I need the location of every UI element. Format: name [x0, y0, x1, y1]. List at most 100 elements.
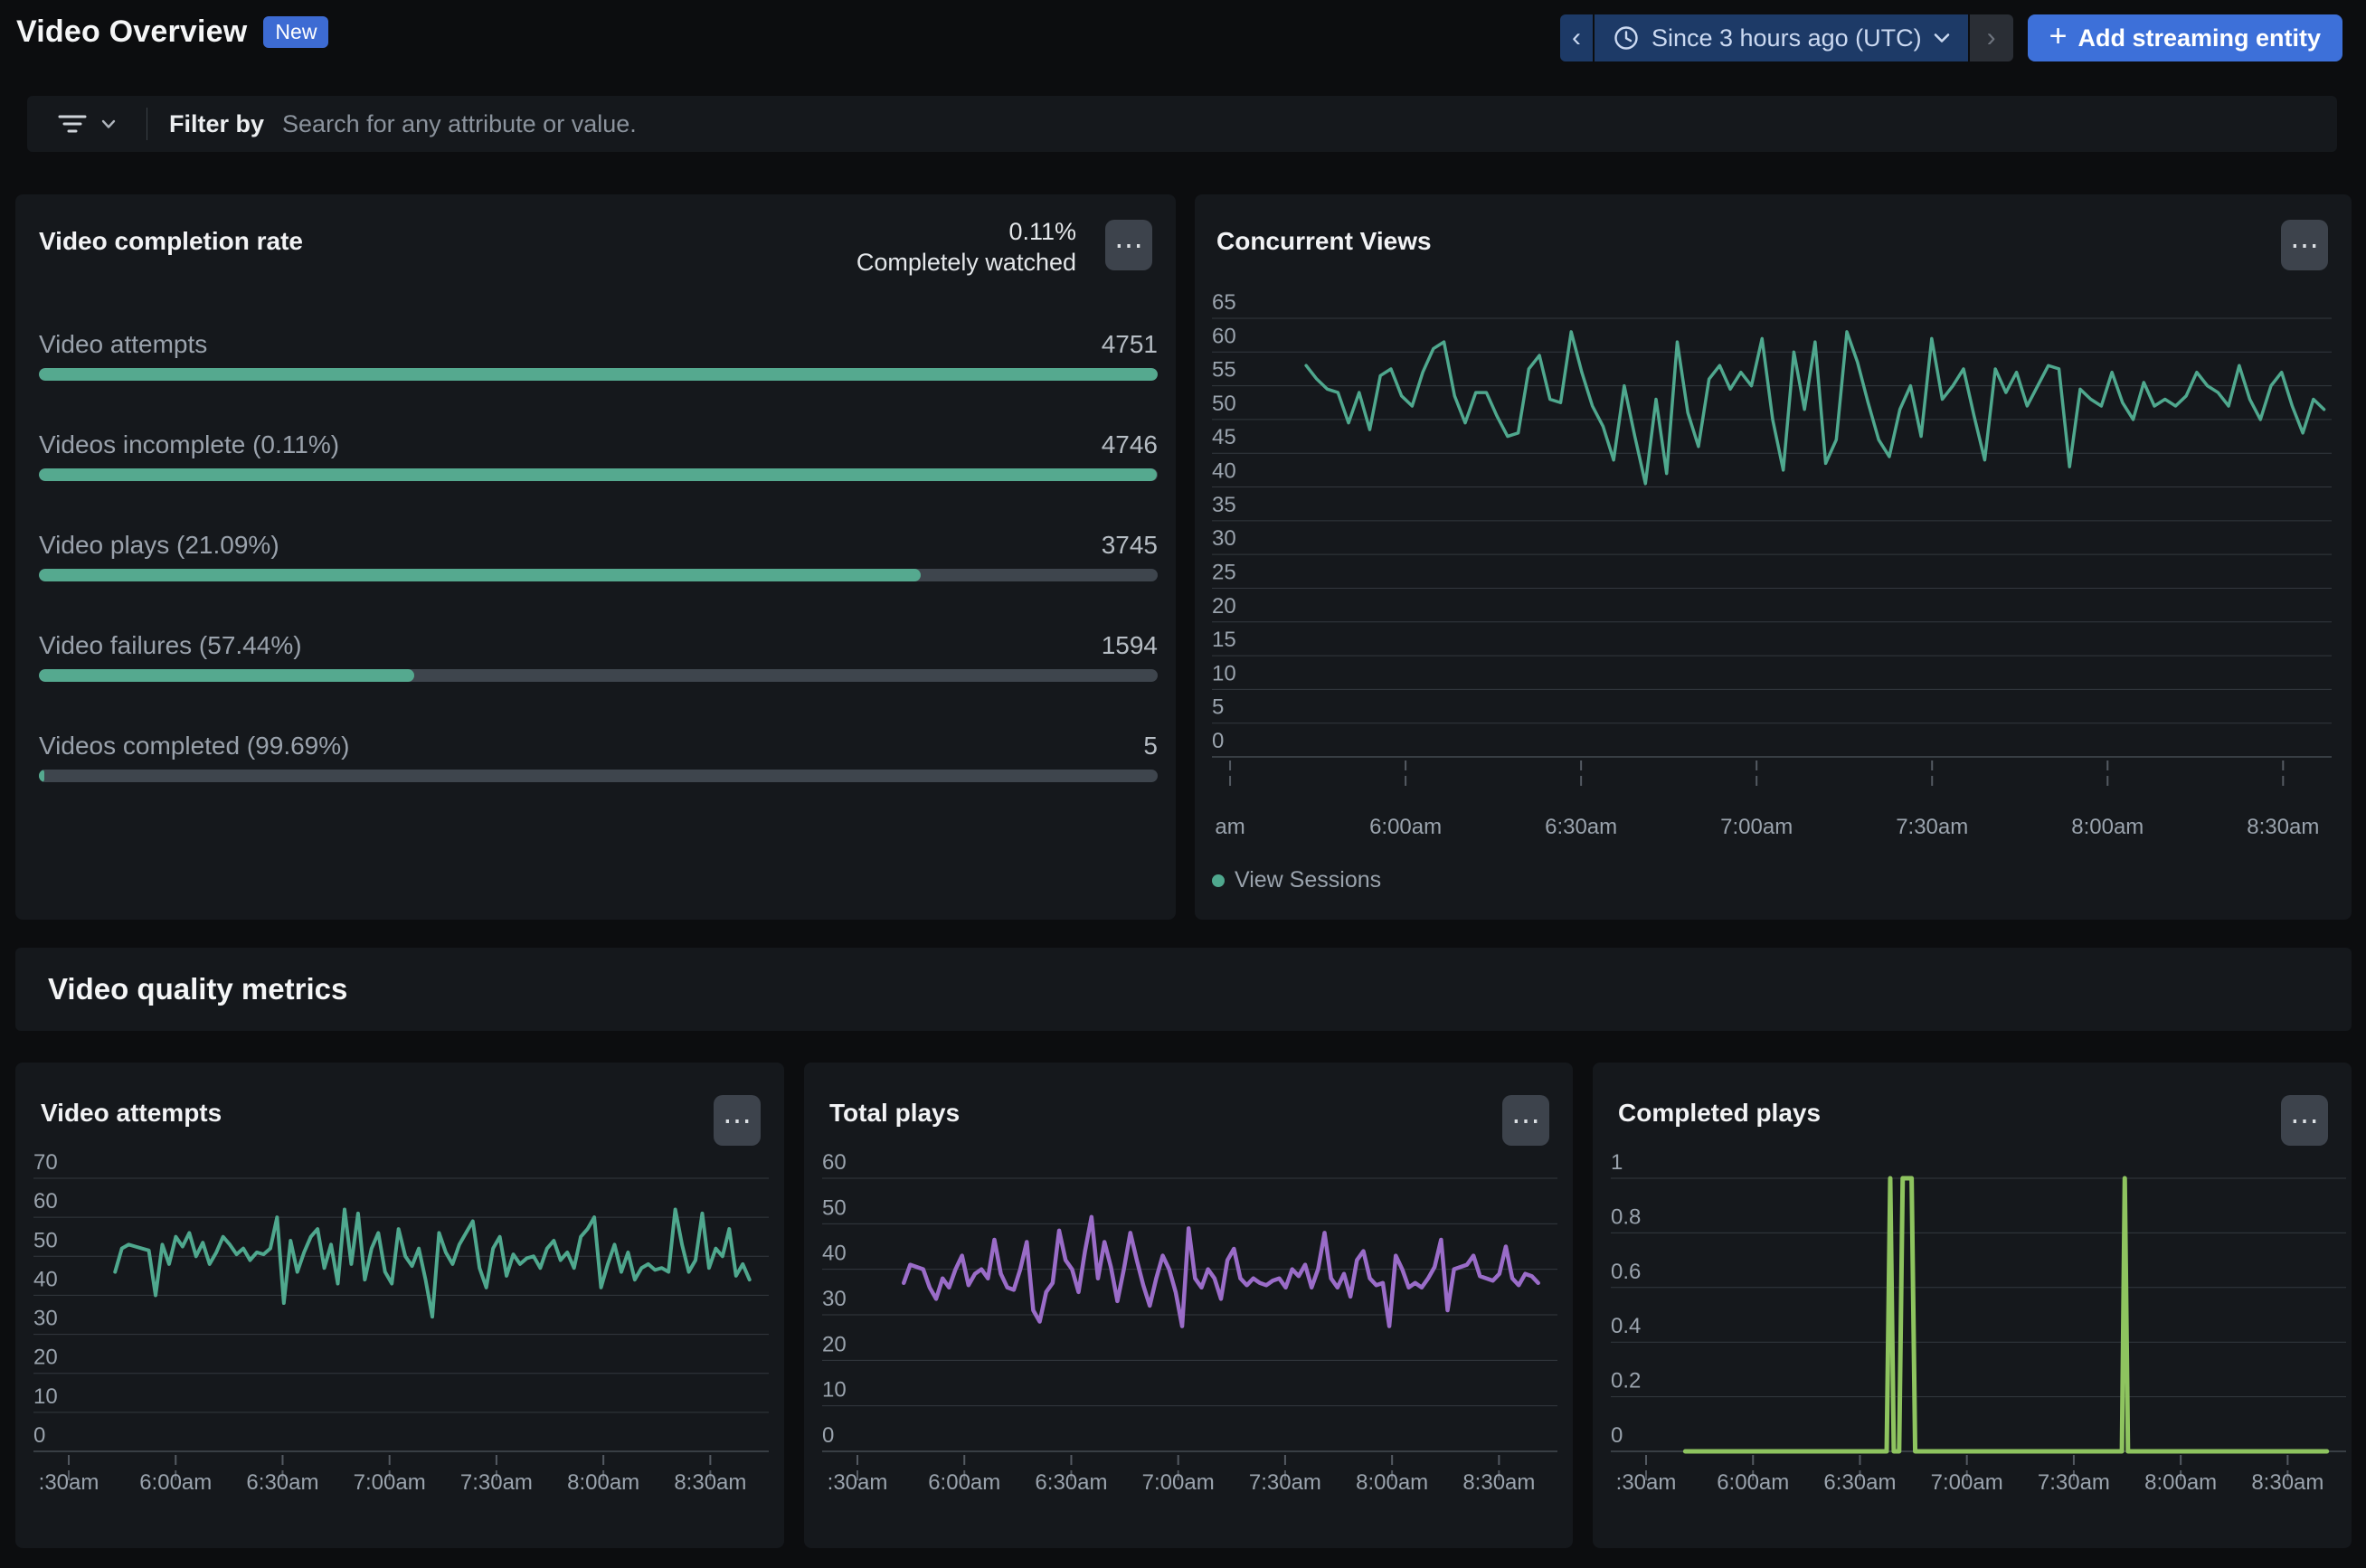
- svg-text:60: 60: [1212, 324, 1236, 348]
- svg-text:8:00am: 8:00am: [2144, 1470, 2217, 1495]
- progress-bar-track: [39, 468, 1158, 481]
- metric-label: Videos completed (99.69%): [39, 732, 349, 760]
- total-plays-title: Total plays: [829, 1099, 960, 1128]
- clock-icon: [1613, 24, 1640, 52]
- svg-text:55: 55: [1212, 358, 1236, 383]
- svg-text::30am: :30am: [828, 1470, 888, 1495]
- svg-text:45: 45: [1212, 425, 1236, 449]
- add-streaming-entity-button[interactable]: + Add streaming entity: [2028, 14, 2342, 61]
- completion-card-title: Video completion rate: [39, 227, 303, 256]
- progress-bar-fill: [39, 669, 414, 682]
- time-range-previous-button[interactable]: ‹: [1560, 14, 1593, 61]
- time-range-picker[interactable]: Since 3 hours ago (UTC): [1595, 14, 1968, 61]
- svg-text:60: 60: [33, 1189, 58, 1214]
- progress-bar-track: [39, 669, 1158, 682]
- total-plays-chart[interactable]: 0102030405060:30am6:00am6:30am7:00am7:30…: [822, 1166, 1557, 1524]
- svg-text:65: 65: [1212, 290, 1236, 315]
- svg-text:10: 10: [33, 1384, 58, 1409]
- svg-text:am: am: [1215, 815, 1245, 839]
- svg-text:30: 30: [822, 1287, 847, 1311]
- svg-text:8:00am: 8:00am: [567, 1470, 639, 1495]
- completion-stat-value: 0.11%: [856, 216, 1076, 247]
- page-title: Video Overview: [16, 14, 247, 50]
- card-menu-button[interactable]: ⋯: [1502, 1095, 1549, 1146]
- svg-text:30: 30: [1212, 526, 1236, 551]
- svg-text:20: 20: [822, 1332, 847, 1356]
- metric-label: Video plays (21.09%): [39, 531, 279, 560]
- metric-label: Video failures (57.44%): [39, 631, 302, 660]
- concurrent-views-title: Concurrent Views: [1216, 227, 1432, 256]
- svg-text:6:00am: 6:00am: [1717, 1470, 1789, 1495]
- chart-legend[interactable]: View Sessions: [1212, 867, 1381, 893]
- svg-text:50: 50: [822, 1195, 847, 1220]
- svg-text:7:00am: 7:00am: [1931, 1470, 2003, 1495]
- time-range-next-button[interactable]: ›: [1970, 14, 2013, 61]
- svg-text:0: 0: [822, 1423, 834, 1448]
- metric-value: 1594: [1102, 631, 1158, 660]
- metric-value: 5: [1143, 732, 1158, 760]
- svg-text:7:30am: 7:30am: [460, 1470, 533, 1495]
- completion-rows: Video attempts 4751 Videos incomplete (0…: [39, 330, 1158, 832]
- svg-text:7:00am: 7:00am: [354, 1470, 426, 1495]
- svg-text:8:30am: 8:30am: [2247, 815, 2319, 839]
- svg-text:40: 40: [33, 1267, 58, 1291]
- svg-text:35: 35: [1212, 493, 1236, 517]
- metric-label: Videos incomplete (0.11%): [39, 430, 339, 459]
- video-attempts-chart[interactable]: 010203040506070:30am6:00am6:30am7:00am7:…: [33, 1166, 769, 1524]
- filter-search-input[interactable]: [282, 110, 2315, 138]
- completed-plays-card: Completed plays ⋯ 00.20.40.60.81:30am6:0…: [1593, 1063, 2352, 1548]
- svg-text:7:00am: 7:00am: [1720, 815, 1793, 839]
- svg-text::30am: :30am: [1616, 1470, 1677, 1495]
- svg-text:6:00am: 6:00am: [1369, 815, 1442, 839]
- svg-text:0.4: 0.4: [1611, 1314, 1641, 1338]
- metric-value: 4751: [1102, 330, 1158, 359]
- completed-plays-chart[interactable]: 00.20.40.60.81:30am6:00am6:30am7:00am7:3…: [1611, 1166, 2346, 1524]
- svg-text:10: 10: [1212, 661, 1236, 685]
- card-menu-button[interactable]: ⋯: [2281, 1095, 2328, 1146]
- filter-bar: Filter by: [27, 96, 2337, 152]
- svg-text:7:30am: 7:30am: [1249, 1470, 1321, 1495]
- progress-bar-fill: [39, 468, 1157, 481]
- more-menu-icon: ⋯: [2290, 231, 2319, 260]
- svg-text:8:00am: 8:00am: [2071, 815, 2144, 839]
- svg-text:6:30am: 6:30am: [1035, 1470, 1107, 1495]
- chevron-down-icon: [101, 119, 116, 129]
- svg-text:0.2: 0.2: [1611, 1369, 1641, 1393]
- metric-row: Videos completed (99.69%) 5: [39, 732, 1158, 782]
- card-menu-button[interactable]: ⋯: [714, 1095, 761, 1146]
- svg-text:30: 30: [33, 1307, 58, 1331]
- metric-row: Video attempts 4751: [39, 330, 1158, 381]
- more-menu-icon: ⋯: [1114, 231, 1143, 260]
- svg-text:7:00am: 7:00am: [1142, 1470, 1215, 1495]
- filter-menu-toggle[interactable]: [49, 112, 123, 136]
- card-menu-button[interactable]: ⋯: [1105, 220, 1152, 270]
- new-badge: New: [263, 16, 328, 49]
- video-completion-rate-card: Video completion rate 0.11% Completely w…: [15, 194, 1176, 920]
- svg-text:60: 60: [822, 1150, 847, 1175]
- more-menu-icon: ⋯: [1511, 1106, 1540, 1135]
- progress-bar-fill: [39, 569, 921, 581]
- svg-text:50: 50: [33, 1228, 58, 1252]
- svg-text:6:30am: 6:30am: [1545, 815, 1617, 839]
- svg-text:40: 40: [822, 1242, 847, 1266]
- progress-bar-fill: [39, 368, 1158, 381]
- svg-text:20: 20: [1212, 594, 1236, 619]
- svg-text:70: 70: [33, 1150, 58, 1175]
- video-attempts-title: Video attempts: [41, 1099, 222, 1128]
- concurrent-views-chart[interactable]: 05101520253035404550556065am6:00am6:30am…: [1212, 306, 2332, 866]
- metric-value: 3745: [1102, 531, 1158, 560]
- svg-text::30am: :30am: [39, 1470, 99, 1495]
- card-menu-button[interactable]: ⋯: [2281, 220, 2328, 270]
- svg-text:7:30am: 7:30am: [2038, 1470, 2110, 1495]
- svg-text:8:30am: 8:30am: [674, 1470, 746, 1495]
- concurrent-views-card: Concurrent Views ⋯ 051015202530354045505…: [1195, 194, 2352, 920]
- progress-bar-track: [39, 770, 1158, 782]
- more-menu-icon: ⋯: [723, 1106, 752, 1135]
- completed-plays-title: Completed plays: [1618, 1099, 1821, 1128]
- metric-row: Videos incomplete (0.11%) 4746: [39, 430, 1158, 481]
- add-streaming-entity-label: Add streaming entity: [2077, 24, 2321, 52]
- svg-text:10: 10: [822, 1378, 847, 1403]
- svg-text:20: 20: [33, 1346, 58, 1370]
- svg-text:7:30am: 7:30am: [1896, 815, 1968, 839]
- svg-text:6:30am: 6:30am: [246, 1470, 318, 1495]
